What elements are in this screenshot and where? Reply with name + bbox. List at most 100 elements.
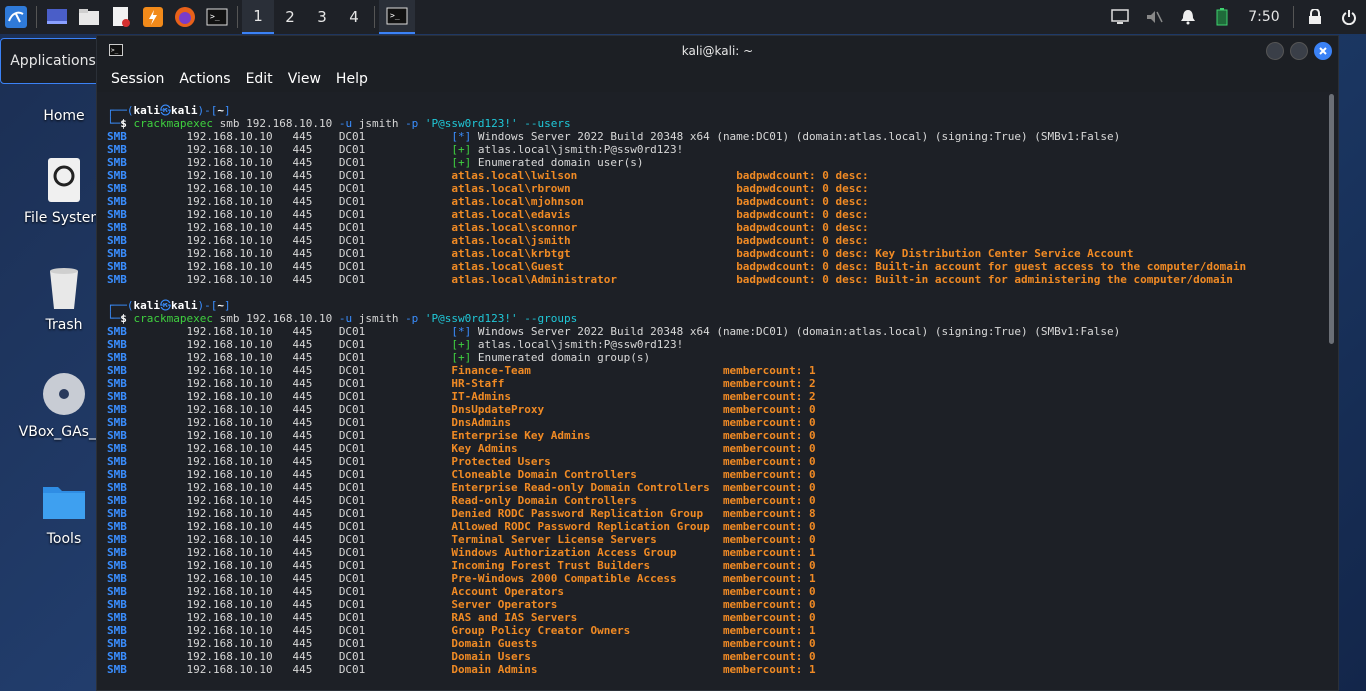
- notification-bell-icon[interactable]: [1171, 0, 1205, 34]
- port-number: 445: [292, 247, 339, 260]
- group-count: membercount: 0: [722, 598, 816, 611]
- firefox-icon[interactable]: [169, 0, 201, 34]
- maximize-button[interactable]: [1290, 42, 1308, 60]
- command-line: └─$ crackmapexec smb 192.168.10.10 -u js…: [107, 312, 1338, 325]
- menu-session[interactable]: Session: [111, 71, 164, 87]
- ip-address: 192.168.10.10: [186, 559, 293, 572]
- workspace-4[interactable]: 4: [338, 0, 370, 34]
- proto-label: SMB: [107, 663, 187, 676]
- file-manager-icon[interactable]: [73, 0, 105, 34]
- user-row: SMB 192.168.10.10 445 DC01 atlas.local\G…: [107, 260, 1338, 273]
- group-name: Cloneable Domain Controllers: [451, 468, 723, 481]
- proto-label: SMB: [107, 520, 187, 533]
- ip-address: 192.168.10.10: [186, 260, 293, 273]
- group-count: membercount: 0: [722, 455, 816, 468]
- display-icon[interactable]: [1103, 0, 1137, 34]
- port-number: 445: [292, 442, 339, 455]
- command-flag: -u: [338, 312, 353, 325]
- host-name: DC01: [338, 611, 452, 624]
- lock-icon[interactable]: [1298, 0, 1332, 34]
- host-name: DC01: [338, 143, 452, 156]
- status-mark: [+]: [451, 156, 472, 169]
- panel-separator: [1293, 6, 1294, 28]
- workspace-1[interactable]: 1: [242, 0, 274, 34]
- text-editor-icon[interactable]: [105, 0, 137, 34]
- host-name: DC01: [338, 364, 452, 377]
- prompt-bracket: )-[: [197, 299, 218, 312]
- group-row: SMB 192.168.10.10 445 DC01 Allowed RODC …: [107, 520, 1338, 533]
- clock[interactable]: 7:50: [1239, 9, 1289, 25]
- menu-help[interactable]: Help: [336, 71, 368, 87]
- group-row: SMB 192.168.10.10 445 DC01 Protected Use…: [107, 455, 1338, 468]
- user-row: SMB 192.168.10.10 445 DC01 atlas.local\l…: [107, 169, 1338, 182]
- group-count: membercount: 0: [722, 494, 816, 507]
- ip-address: 192.168.10.10: [186, 247, 293, 260]
- prompt-user: kali: [133, 299, 161, 312]
- menu-view[interactable]: View: [288, 71, 321, 87]
- terminal-launcher-icon[interactable]: >_: [201, 0, 233, 34]
- prompt-line: ┌──(kali㉿kali)-[~]: [107, 299, 1338, 312]
- close-button[interactable]: [1314, 42, 1332, 60]
- terminal-window: >_ kali@kali: ~ Session Actions Edit Vie…: [96, 35, 1339, 691]
- proto-label: SMB: [107, 338, 187, 351]
- window-titlebar[interactable]: >_ kali@kali: ~: [97, 36, 1338, 66]
- proto-label: SMB: [107, 221, 187, 234]
- user-row: SMB 192.168.10.10 445 DC01 atlas.local\m…: [107, 195, 1338, 208]
- minimize-button[interactable]: [1266, 42, 1284, 60]
- ip-address: 192.168.10.10: [186, 234, 293, 247]
- group-name: HR-Staff: [451, 377, 723, 390]
- group-row: SMB 192.168.10.10 445 DC01 Windows Autho…: [107, 546, 1338, 559]
- battery-icon[interactable]: [1205, 0, 1239, 34]
- scrollbar[interactable]: [1329, 94, 1334, 344]
- group-name: RAS and IAS Servers: [451, 611, 723, 624]
- user-name: atlas.local\Administrator: [451, 273, 737, 286]
- workspace-2[interactable]: 2: [274, 0, 306, 34]
- proto-label: SMB: [107, 260, 187, 273]
- ip-address: 192.168.10.10: [186, 598, 293, 611]
- command-flag: -u: [338, 117, 353, 130]
- volume-muted-icon[interactable]: [1137, 0, 1171, 34]
- ip-address: 192.168.10.10: [186, 624, 293, 637]
- proto-label: SMB: [107, 416, 187, 429]
- command-line: └─$ crackmapexec smb 192.168.10.10 -u js…: [107, 117, 1338, 130]
- taskbar-terminal-icon[interactable]: >_: [379, 0, 415, 34]
- menu-edit[interactable]: Edit: [246, 71, 273, 87]
- host-name: DC01: [338, 494, 452, 507]
- kali-menu-icon[interactable]: [0, 0, 32, 34]
- menu-actions[interactable]: Actions: [179, 71, 230, 87]
- terminal-output[interactable]: ┌──(kali㉿kali)-[~] └─$ crackmapexec smb 1…: [97, 92, 1338, 690]
- show-desktop-icon[interactable]: [41, 0, 73, 34]
- ip-address: 192.168.10.10: [186, 364, 293, 377]
- group-name: Allowed RODC Password Replication Group: [451, 520, 723, 533]
- info-text: Enumerated domain group(s): [471, 351, 651, 364]
- panel-separator: [36, 6, 37, 28]
- host-name: DC01: [338, 156, 452, 169]
- proto-label: SMB: [107, 377, 187, 390]
- command-option: --groups: [517, 312, 578, 325]
- host-name: DC01: [338, 221, 452, 234]
- port-number: 445: [292, 234, 339, 247]
- proto-label: SMB: [107, 546, 187, 559]
- host-name: DC01: [338, 481, 452, 494]
- ip-address: 192.168.10.10: [186, 663, 293, 676]
- ip-address: 192.168.10.10: [186, 351, 293, 364]
- port-number: 445: [292, 507, 339, 520]
- host-name: DC01: [338, 169, 452, 182]
- group-name: Pre-Windows 2000 Compatible Access: [451, 572, 723, 585]
- power-icon[interactable]: [1332, 0, 1366, 34]
- proto-label: SMB: [107, 351, 187, 364]
- command-binary: crackmapexec: [133, 117, 213, 130]
- group-name: Incoming Forest Trust Builders: [451, 559, 723, 572]
- prompt-bracket: )-[: [197, 104, 218, 117]
- workspace-3[interactable]: 3: [306, 0, 338, 34]
- host-name: DC01: [338, 195, 452, 208]
- ip-address: 192.168.10.10: [186, 455, 293, 468]
- group-row: SMB 192.168.10.10 445 DC01 Cloneable Dom…: [107, 468, 1338, 481]
- user-row: SMB 192.168.10.10 445 DC01 atlas.local\s…: [107, 221, 1338, 234]
- info-line: SMB 192.168.10.10 445 DC01 [+] Enumerate…: [107, 351, 1338, 364]
- trash-icon: [40, 263, 88, 311]
- burp-icon[interactable]: [137, 0, 169, 34]
- info-line: SMB 192.168.10.10 445 DC01 [*] Windows S…: [107, 325, 1338, 338]
- command-args: jsmith: [352, 117, 406, 130]
